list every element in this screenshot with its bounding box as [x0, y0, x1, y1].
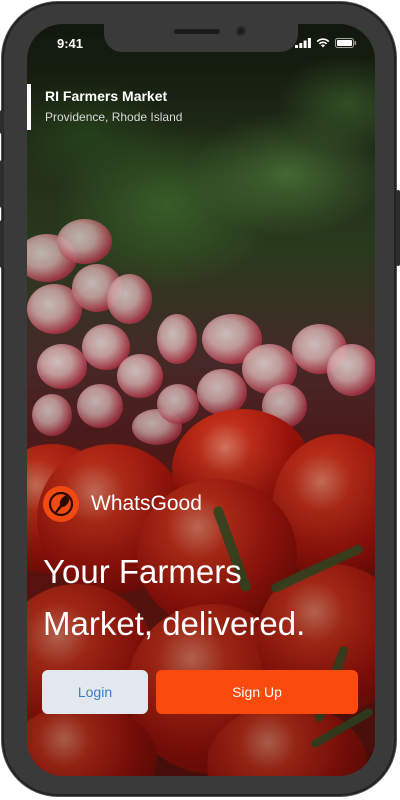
status-icons: [295, 38, 357, 48]
hero-line-2: Market, delivered.: [43, 605, 306, 642]
speaker-grille: [174, 29, 220, 34]
battery-icon: [335, 38, 357, 48]
brand-lockup: WhatsGood: [43, 486, 202, 522]
app-screen: 9:41 RI Farmers Market Providence, Rhode…: [27, 24, 375, 776]
fork-plate-icon: [43, 486, 79, 522]
market-name: RI Farmers Market: [45, 88, 168, 104]
wifi-icon: [316, 38, 330, 48]
brand-name: WhatsGood: [91, 492, 202, 515]
market-accent-bar: [27, 84, 31, 130]
login-button[interactable]: Login: [42, 670, 148, 714]
status-time: 9:41: [57, 36, 84, 51]
volume-up-button: [0, 160, 4, 208]
cellular-signal-icon: [295, 38, 311, 48]
mute-switch: [0, 110, 4, 134]
volume-down-button: [0, 220, 4, 268]
hero-headline: Your Farmers Market, delivered.: [43, 546, 363, 650]
front-camera: [236, 26, 246, 36]
market-location: Providence, Rhode Island: [45, 110, 183, 124]
sign-up-button[interactable]: Sign Up: [156, 670, 358, 714]
device-notch: [104, 24, 298, 52]
power-button: [396, 190, 400, 266]
hero-line-1: Your Farmers: [43, 553, 242, 590]
image-overlay: [27, 24, 375, 776]
market-selector[interactable]: RI Farmers Market Providence, Rhode Isla…: [27, 84, 182, 130]
home-indicator: [141, 764, 261, 768]
